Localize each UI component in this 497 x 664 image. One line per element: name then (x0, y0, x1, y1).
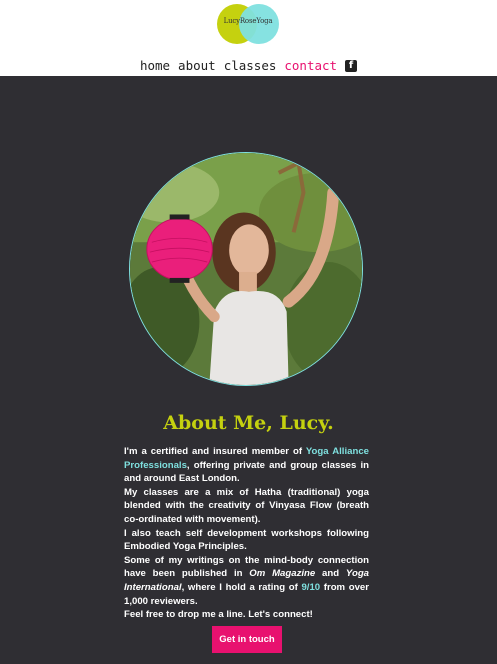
get-in-touch-button[interactable]: Get in touch (212, 626, 282, 653)
bio-text: I'm a certified and insured member of (124, 446, 306, 457)
logo[interactable]: LucyRoseYoga (217, 4, 279, 44)
site-header: LucyRoseYoga home about classes contact … (0, 0, 497, 76)
logo-text: LucyRoseYoga (223, 17, 273, 25)
om-magazine: Om Magazine (249, 568, 316, 580)
bio-paragraph-5: Feel free to drop me a line. Let's conne… (124, 609, 313, 621)
bio-paragraph-4: Some of my writings on the mind-body con… (124, 554, 369, 608)
bio-text: and (315, 568, 346, 580)
about-bio: I'm a certified and insured member of Yo… (124, 445, 369, 622)
nav-about[interactable]: about (178, 58, 216, 73)
bio-paragraph-3: I also teach self development workshops … (124, 527, 369, 553)
nav-classes[interactable]: classes (224, 58, 277, 73)
nav-home[interactable]: home (140, 58, 170, 73)
bio-paragraph-1: I'm a certified and insured member of Yo… (124, 445, 369, 486)
about-heading: About Me, Lucy. (163, 412, 334, 434)
rating-link[interactable]: 9/10 (301, 582, 320, 593)
bio-paragraph-2: My classes are a mix of Hatha (tradition… (124, 486, 369, 525)
main-nav: home about classes contact f (0, 58, 497, 73)
facebook-icon[interactable]: f (345, 59, 358, 72)
profile-photo (129, 152, 363, 386)
bio-text: , where I hold a rating of (181, 581, 302, 593)
profile-photo-illustration (130, 153, 362, 385)
nav-contact[interactable]: contact (284, 58, 337, 73)
